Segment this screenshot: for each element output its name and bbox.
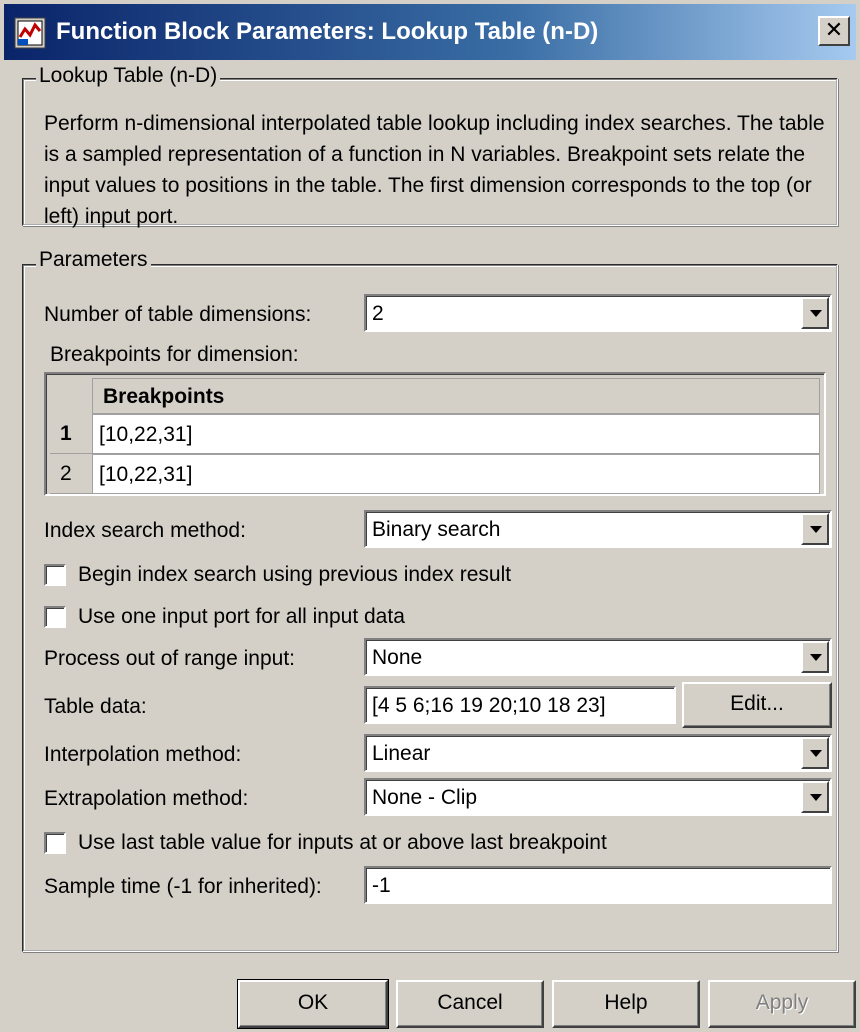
table-data-field[interactable]: [4 5 6;16 19 20;10 18 23] bbox=[364, 686, 676, 724]
out-of-range-label: Process out of range input: bbox=[44, 647, 295, 670]
extrapolation-value: None - Clip bbox=[372, 786, 478, 809]
interpolation-select[interactable]: Linear bbox=[364, 734, 832, 772]
ok-label: OK bbox=[297, 991, 329, 1014]
begin-index-search-checkbox[interactable] bbox=[44, 564, 66, 586]
dialog-window: Function Block Parameters: Lookup Table … bbox=[0, 0, 860, 1032]
chevron-down-icon[interactable] bbox=[801, 781, 829, 813]
breakpoint-cell[interactable]: [10,22,31] bbox=[92, 454, 820, 494]
ok-button[interactable]: OK bbox=[237, 979, 389, 1029]
index-search-value: Binary search bbox=[372, 518, 501, 541]
index-search-select[interactable]: Binary search bbox=[364, 510, 832, 548]
cancel-button[interactable]: Cancel bbox=[396, 980, 544, 1028]
cancel-label: Cancel bbox=[437, 991, 503, 1014]
edit-table-label: Edit... bbox=[730, 692, 784, 715]
num-dims-value: 2 bbox=[372, 302, 384, 325]
num-dims-select[interactable]: 2 bbox=[364, 294, 832, 332]
help-label: Help bbox=[604, 991, 648, 1014]
edit-table-button[interactable]: Edit... bbox=[682, 682, 832, 728]
close-button[interactable]: ✕ bbox=[818, 16, 850, 46]
close-icon: ✕ bbox=[824, 17, 844, 42]
chevron-down-icon[interactable] bbox=[801, 297, 829, 329]
use-last-table-value-label[interactable]: Use last table value for inputs at or ab… bbox=[78, 831, 607, 855]
window-title: Function Block Parameters: Lookup Table … bbox=[56, 18, 599, 45]
apply-button[interactable]: Apply bbox=[708, 980, 856, 1028]
extrapolation-select[interactable]: None - Clip bbox=[364, 778, 832, 816]
chevron-down-icon[interactable] bbox=[801, 641, 829, 673]
help-button[interactable]: Help bbox=[552, 980, 700, 1028]
block-description: Perform n-dimensional interpolated table… bbox=[44, 112, 825, 228]
chevron-down-icon[interactable] bbox=[801, 513, 829, 545]
chevron-down-icon[interactable] bbox=[801, 737, 829, 769]
row-index: 1 bbox=[50, 414, 92, 454]
breakpoints-column-header: Breakpoints bbox=[92, 378, 820, 414]
index-search-label: Index search method: bbox=[44, 519, 246, 542]
row-index: 2 bbox=[50, 454, 92, 494]
extrapolation-label: Extrapolation method: bbox=[44, 787, 249, 810]
table-data-value: [4 5 6;16 19 20;10 18 23] bbox=[372, 694, 606, 717]
sample-time-field[interactable]: -1 bbox=[364, 866, 832, 904]
interpolation-label: Interpolation method: bbox=[44, 743, 242, 766]
breakpoints-label: Breakpoints for dimension: bbox=[50, 343, 299, 366]
out-of-range-select[interactable]: None bbox=[364, 638, 832, 676]
sample-time-label: Sample time (-1 for inherited): bbox=[44, 875, 322, 898]
title-bar[interactable]: Function Block Parameters: Lookup Table … bbox=[4, 4, 856, 60]
parameters-group-legend: Parameters bbox=[36, 248, 151, 272]
breakpoint-cell[interactable]: [10,22,31] bbox=[92, 414, 820, 454]
sample-time-value: -1 bbox=[372, 874, 391, 897]
block-group-legend: Lookup Table (n-D) bbox=[36, 64, 221, 88]
begin-index-search-label[interactable]: Begin index search using previous index … bbox=[78, 563, 511, 587]
use-last-table-value-checkbox[interactable] bbox=[44, 832, 66, 854]
simulink-block-icon bbox=[14, 17, 46, 49]
breakpoints-table: Breakpoints 1 [10,22,31] 2 [10,22,31] bbox=[44, 372, 826, 496]
interpolation-value: Linear bbox=[372, 742, 431, 765]
one-input-port-checkbox[interactable] bbox=[44, 606, 66, 628]
table-data-label: Table data: bbox=[44, 695, 147, 718]
one-input-port-label[interactable]: Use one input port for all input data bbox=[78, 605, 405, 629]
out-of-range-value: None bbox=[372, 646, 423, 669]
num-dims-label: Number of table dimensions: bbox=[44, 303, 312, 326]
apply-label: Apply bbox=[755, 991, 809, 1014]
